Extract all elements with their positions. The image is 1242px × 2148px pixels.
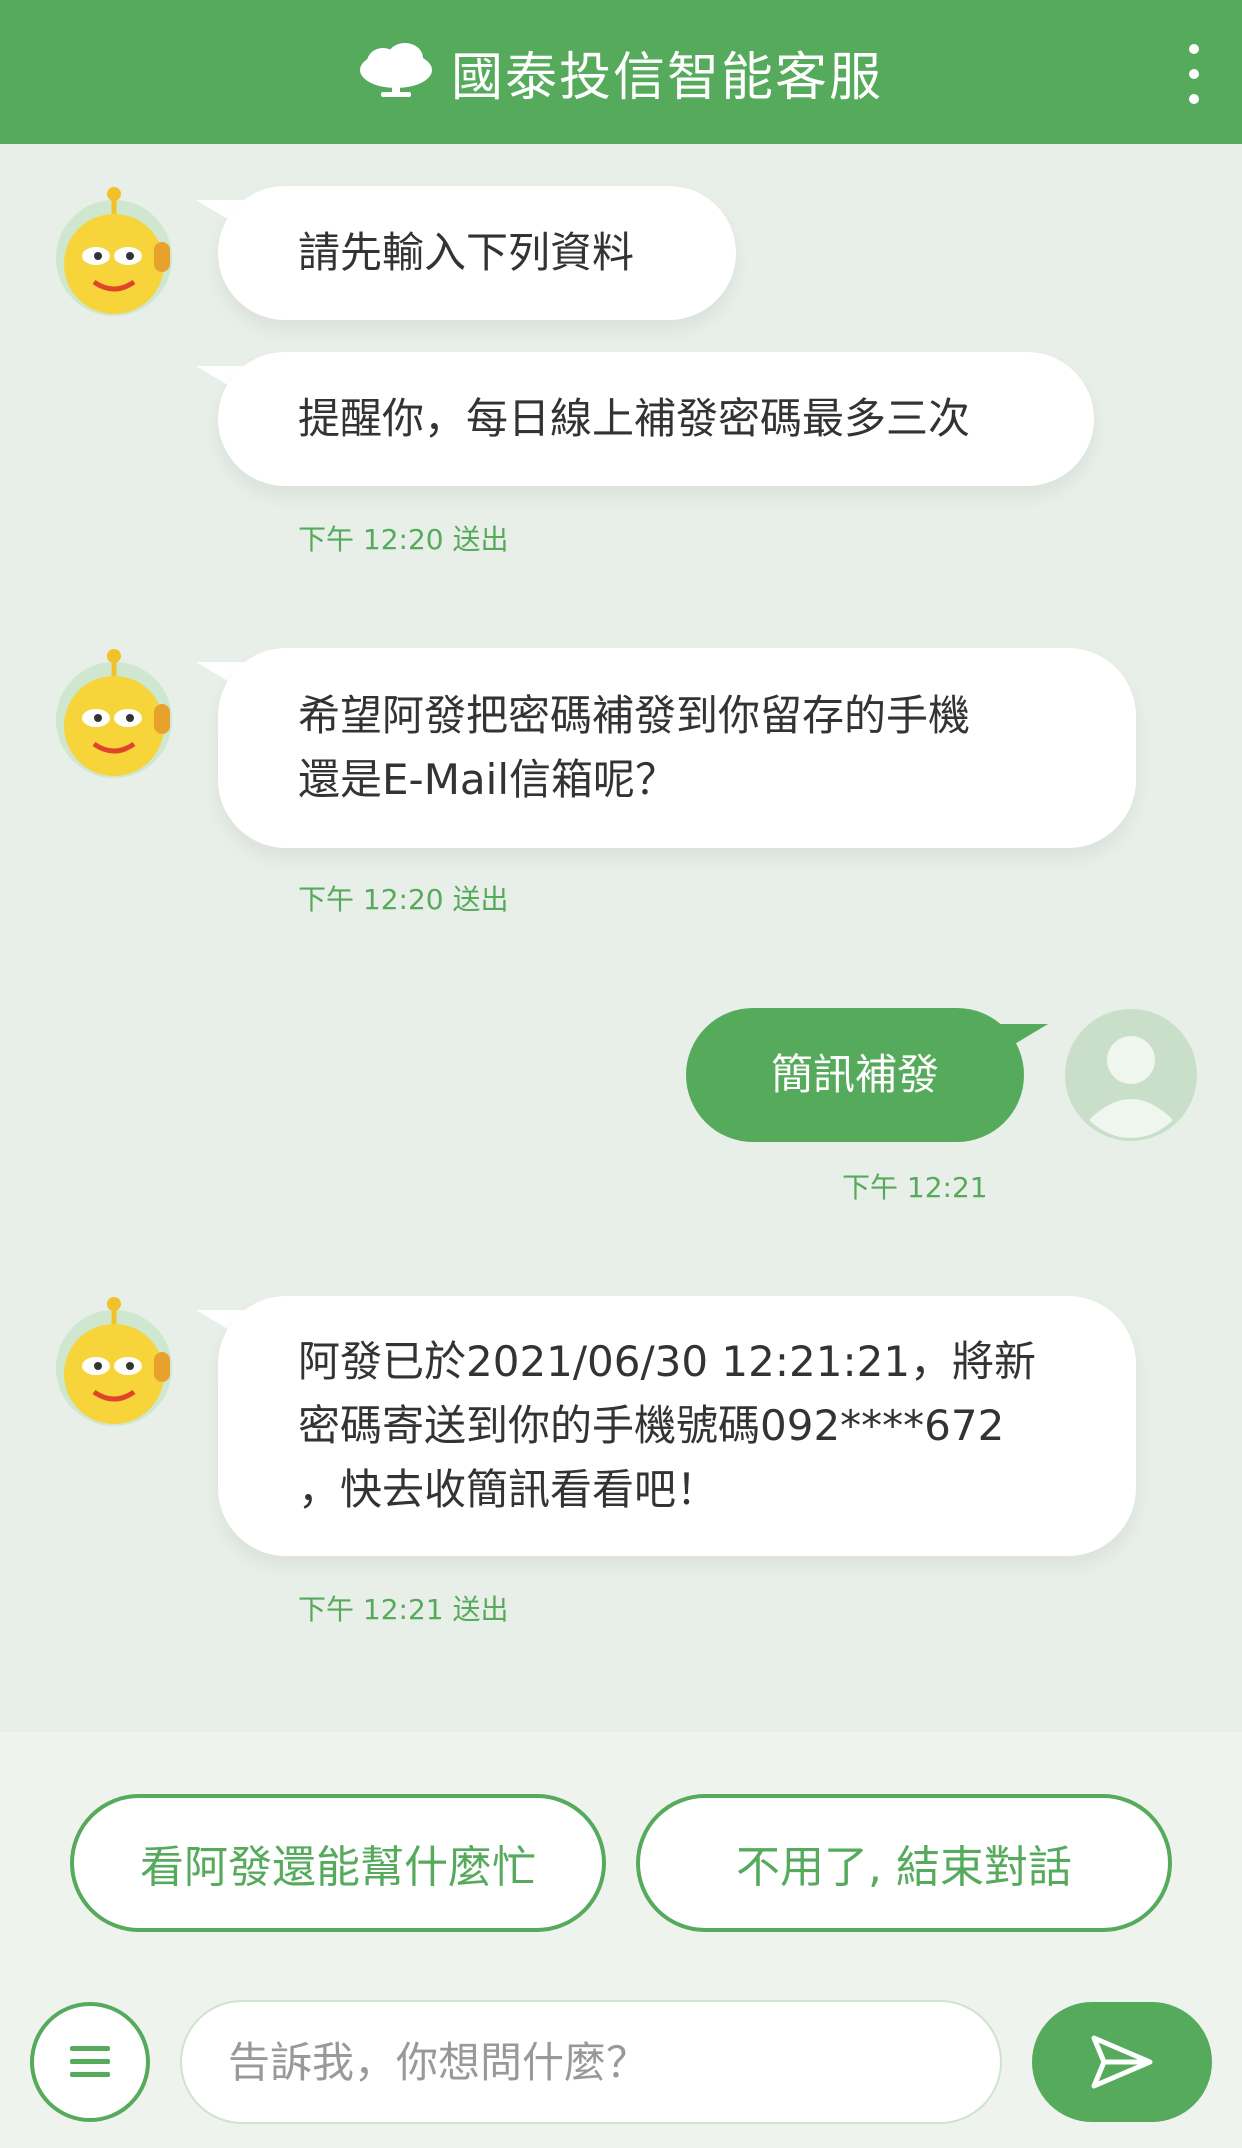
bot-avatar bbox=[52, 1296, 176, 1430]
chat-bubble-bot: 請先輸入下列資料 bbox=[218, 186, 736, 320]
message-timestamp: 下午 12:20 送出 bbox=[298, 883, 509, 916]
message-text: 簡訊補發 bbox=[770, 1050, 939, 1099]
send-icon bbox=[1091, 2035, 1153, 2089]
quick-reply-end-button[interactable]: 不用了, 結束對話 bbox=[636, 1794, 1172, 1932]
quick-reply-help-button[interactable]: 看阿發還能幫什麼忙 bbox=[70, 1794, 606, 1932]
send-button[interactable] bbox=[1032, 2002, 1212, 2122]
hamburger-icon bbox=[70, 2046, 110, 2077]
quick-reply-label: 看阿發還能幫什麼忙 bbox=[140, 1842, 536, 1893]
chat-bubble-bot: 阿發已於2021/06/30 12:21:21，將新 密碼寄送到你的手機號碼09… bbox=[218, 1296, 1136, 1556]
chat-bubble-user: 簡訊補發 bbox=[686, 1008, 1024, 1142]
more-vertical-icon[interactable] bbox=[1180, 44, 1208, 104]
quick-reply-label: 不用了, 結束對話 bbox=[736, 1842, 1072, 1893]
menu-button[interactable] bbox=[30, 2002, 150, 2122]
app-header: 國泰投信智能客服 bbox=[0, 0, 1242, 144]
message-text: 希望阿發把密碼補發到你留存的手機 還是E-Mail信箱呢？ bbox=[298, 691, 971, 804]
message-timestamp: 下午 12:21 送出 bbox=[298, 1593, 509, 1626]
message-text: 提醒你，每日線上補發密碼最多三次 bbox=[298, 394, 971, 443]
message-text: 請先輸入下列資料 bbox=[298, 228, 635, 277]
message-text: 阿發已於2021/06/30 12:21:21，將新 密碼寄送到你的手機號碼09… bbox=[298, 1337, 1037, 1514]
bot-avatar bbox=[52, 186, 176, 320]
chat-bubble-bot: 希望阿發把密碼補發到你留存的手機 還是E-Mail信箱呢？ bbox=[218, 648, 1136, 848]
tree-logo-icon bbox=[359, 42, 433, 102]
page-title: 國泰投信智能客服 bbox=[450, 47, 883, 108]
message-input-wrapper bbox=[180, 2000, 1002, 2124]
message-input[interactable] bbox=[226, 2036, 1000, 2088]
message-timestamp: 下午 12:21 bbox=[842, 1171, 988, 1204]
chat-bubble-bot: 提醒你，每日線上補發密碼最多三次 bbox=[218, 352, 1094, 486]
message-timestamp: 下午 12:20 送出 bbox=[298, 523, 509, 556]
header-brand: 國泰投信智能客服 bbox=[359, 35, 883, 110]
bot-avatar bbox=[52, 648, 176, 782]
user-avatar-icon bbox=[1064, 1008, 1198, 1142]
